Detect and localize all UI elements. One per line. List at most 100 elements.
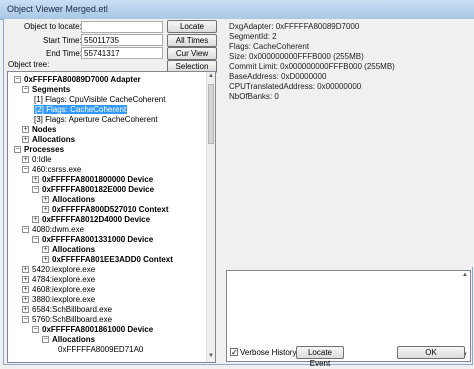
tree-item-label: Processes — [24, 145, 65, 154]
tree-item[interactable]: 0xFFFFFA8009ED71A0 — [58, 345, 143, 355]
expand-icon[interactable]: + — [22, 136, 29, 143]
collapse-icon[interactable]: − — [22, 316, 29, 323]
detail-line: DxgAdapter: 0xFFFFFA80089D7000 — [229, 22, 360, 31]
expand-icon[interactable]: + — [22, 266, 29, 273]
collapse-icon[interactable]: − — [22, 166, 29, 173]
tree-item-label: Allocations — [32, 135, 76, 144]
expand-icon[interactable]: + — [22, 156, 29, 163]
scroll-down-icon[interactable]: ▼ — [207, 353, 215, 361]
tree-item-label: 0xFFFFFA80089D7000 Adapter — [24, 75, 141, 84]
details-panel: DxgAdapter: 0xFFFFFA80089D7000 SegmentId… — [226, 19, 474, 267]
expand-icon[interactable]: + — [22, 126, 29, 133]
collapse-icon[interactable]: − — [22, 226, 29, 233]
tree-item[interactable]: −0xFFFFFA8001331000 Device — [32, 235, 153, 245]
locate-event-button[interactable]: Locate Event — [296, 346, 344, 368]
expand-icon[interactable]: + — [32, 216, 39, 223]
tree-item[interactable]: − Processes — [14, 145, 64, 155]
tree-item[interactable]: + Allocations — [22, 135, 75, 145]
expand-icon[interactable]: + — [42, 196, 49, 203]
tree-item-label: Nodes — [32, 125, 57, 134]
tree-item-label: 4608:iexplore.exe — [32, 285, 96, 294]
tree-item[interactable]: −460:csrss.exe — [22, 165, 81, 175]
object-tree[interactable]: ▲ ▼ −0xFFFFFA80089D7000 Adapter − Segments… — [7, 71, 216, 363]
tree-item-label: 0:Idle — [32, 155, 52, 164]
detail-line: SegmentId: 2 — [229, 32, 277, 41]
tree-item-label: 3880:iexplore.exe — [32, 295, 96, 304]
tree-item-label: Allocations — [52, 195, 96, 204]
title-bar: Object Viewer Merged.etl — [0, 0, 474, 20]
detail-line: Flags: CacheCoherent — [229, 42, 310, 51]
tree-item[interactable]: −5760:SchBillboard.exe — [22, 315, 112, 325]
locate-button[interactable]: Locate — [167, 20, 217, 33]
collapse-icon[interactable]: − — [32, 186, 39, 193]
expand-icon[interactable]: + — [42, 256, 49, 263]
tree-item[interactable]: +4784:iexplore.exe — [22, 275, 95, 285]
expand-icon[interactable]: + — [22, 306, 29, 313]
tree-item[interactable]: + Nodes — [22, 125, 56, 135]
tree-item-label: [3] Flags: Aperture CacheCoherent — [34, 115, 158, 124]
expand-icon[interactable]: + — [22, 276, 29, 283]
tree-item[interactable]: +0xFFFFFA800D527010 Context — [42, 205, 169, 215]
collapse-icon[interactable]: − — [22, 86, 29, 93]
tree-item[interactable]: + Allocations — [42, 245, 95, 255]
verbose-history-checkbox[interactable]: ✓ — [230, 348, 238, 357]
tree-item[interactable]: [2] Flags: CacheCoherent — [34, 105, 128, 115]
tree-item[interactable]: [3] Flags: Aperture CacheCoherent — [34, 115, 158, 125]
tree-item[interactable]: −0xFFFFFA80089D7000 Adapter — [14, 75, 141, 85]
tree-item-label: Allocations — [52, 335, 96, 344]
tree-item[interactable]: +0:Idle — [22, 155, 52, 165]
tree-item[interactable]: − Allocations — [42, 335, 95, 345]
object-tree-label: Object tree: — [8, 60, 50, 69]
tree-item[interactable]: +6584:SchBillboard.exe — [22, 305, 112, 315]
tree-item-label: [1] Flags: CpuVisible CacheCoherent — [34, 95, 166, 104]
tree-item-label: [2] Flags: CacheCoherent — [34, 105, 128, 114]
tree-item-label: 0xFFFFFA8012D4000 Device — [42, 215, 151, 224]
tree-item-label: 0xFFFFFA8001800000 Device — [42, 175, 154, 184]
tree-item[interactable]: −0xFFFFFA8001861000 Device — [32, 325, 153, 335]
tree-item[interactable]: +0xFFFFFA801EE3ADD0 Context — [42, 255, 173, 265]
collapse-icon[interactable]: − — [32, 236, 39, 243]
tree-item[interactable]: +0xFFFFFA8001800000 Device — [32, 175, 153, 185]
scrollbar-thumb[interactable] — [208, 84, 214, 144]
tree-item[interactable]: +3880:iexplore.exe — [22, 295, 95, 305]
tree-item[interactable]: [1] Flags: CpuVisible CacheCoherent — [34, 95, 165, 105]
tree-item[interactable]: +0xFFFFFA8012D4000 Device — [32, 215, 150, 225]
tree-item[interactable]: +4608:iexplore.exe — [22, 285, 95, 295]
detail-line: BaseAddress: 0xD0000000 — [229, 72, 327, 81]
cur-view-time-button[interactable]: Cur View Time — [167, 47, 217, 69]
tree-item-label: Segments — [32, 85, 71, 94]
expand-icon[interactable]: + — [42, 206, 49, 213]
expand-icon[interactable]: + — [22, 296, 29, 303]
expand-icon[interactable]: + — [22, 286, 29, 293]
ok-button[interactable]: OK — [397, 346, 465, 359]
end-time-label: End Time: — [46, 49, 83, 58]
end-time-field[interactable]: 55741317 — [81, 47, 163, 59]
scroll-up-icon[interactable]: ▲ — [207, 73, 215, 81]
collapse-icon[interactable]: − — [14, 76, 21, 83]
detail-line: CPUTranslatedAddress: 0x00000000 — [229, 82, 362, 91]
tree-item[interactable]: −4080:dwm.exe — [22, 225, 84, 235]
tree-scrollbar[interactable]: ▲ ▼ — [206, 72, 215, 362]
tree-item[interactable]: − Segments — [22, 85, 70, 95]
tree-item[interactable]: + Allocations — [42, 195, 95, 205]
tree-item-label: 0xFFFFFA801EE3ADD0 Context — [52, 255, 173, 264]
collapse-icon[interactable]: − — [14, 146, 21, 153]
tree-item-label: 0xFFFFFA800182E000 Device — [42, 185, 155, 194]
collapse-icon[interactable]: − — [32, 326, 39, 333]
object-to-locate-label: Object to locate: — [24, 22, 82, 31]
expand-icon[interactable]: + — [42, 246, 49, 253]
collapse-icon[interactable]: − — [42, 336, 49, 343]
all-times-button[interactable]: All Times — [167, 34, 217, 47]
tree-item[interactable]: +5420:iexplore.exe — [22, 265, 95, 275]
tree-item-label: 5760:SchBillboard.exe — [32, 315, 113, 324]
tree-item[interactable]: −0xFFFFFA800182E000 Device — [32, 185, 154, 195]
scroll-up-icon[interactable]: ▲ — [461, 272, 469, 280]
tree-item-label: 6584:SchBillboard.exe — [32, 305, 113, 314]
tree-item-label: Allocations — [52, 245, 96, 254]
start-time-field[interactable]: 55011735 — [81, 34, 163, 46]
expand-icon[interactable]: + — [32, 176, 39, 183]
verbose-history-label: Verbose History — [240, 348, 297, 357]
detail-line: Commit Limit: 0x000000000FFFB000 (255MB) — [229, 62, 395, 71]
tree-item-label: 5420:iexplore.exe — [32, 265, 96, 274]
object-to-locate-field[interactable] — [81, 21, 163, 33]
